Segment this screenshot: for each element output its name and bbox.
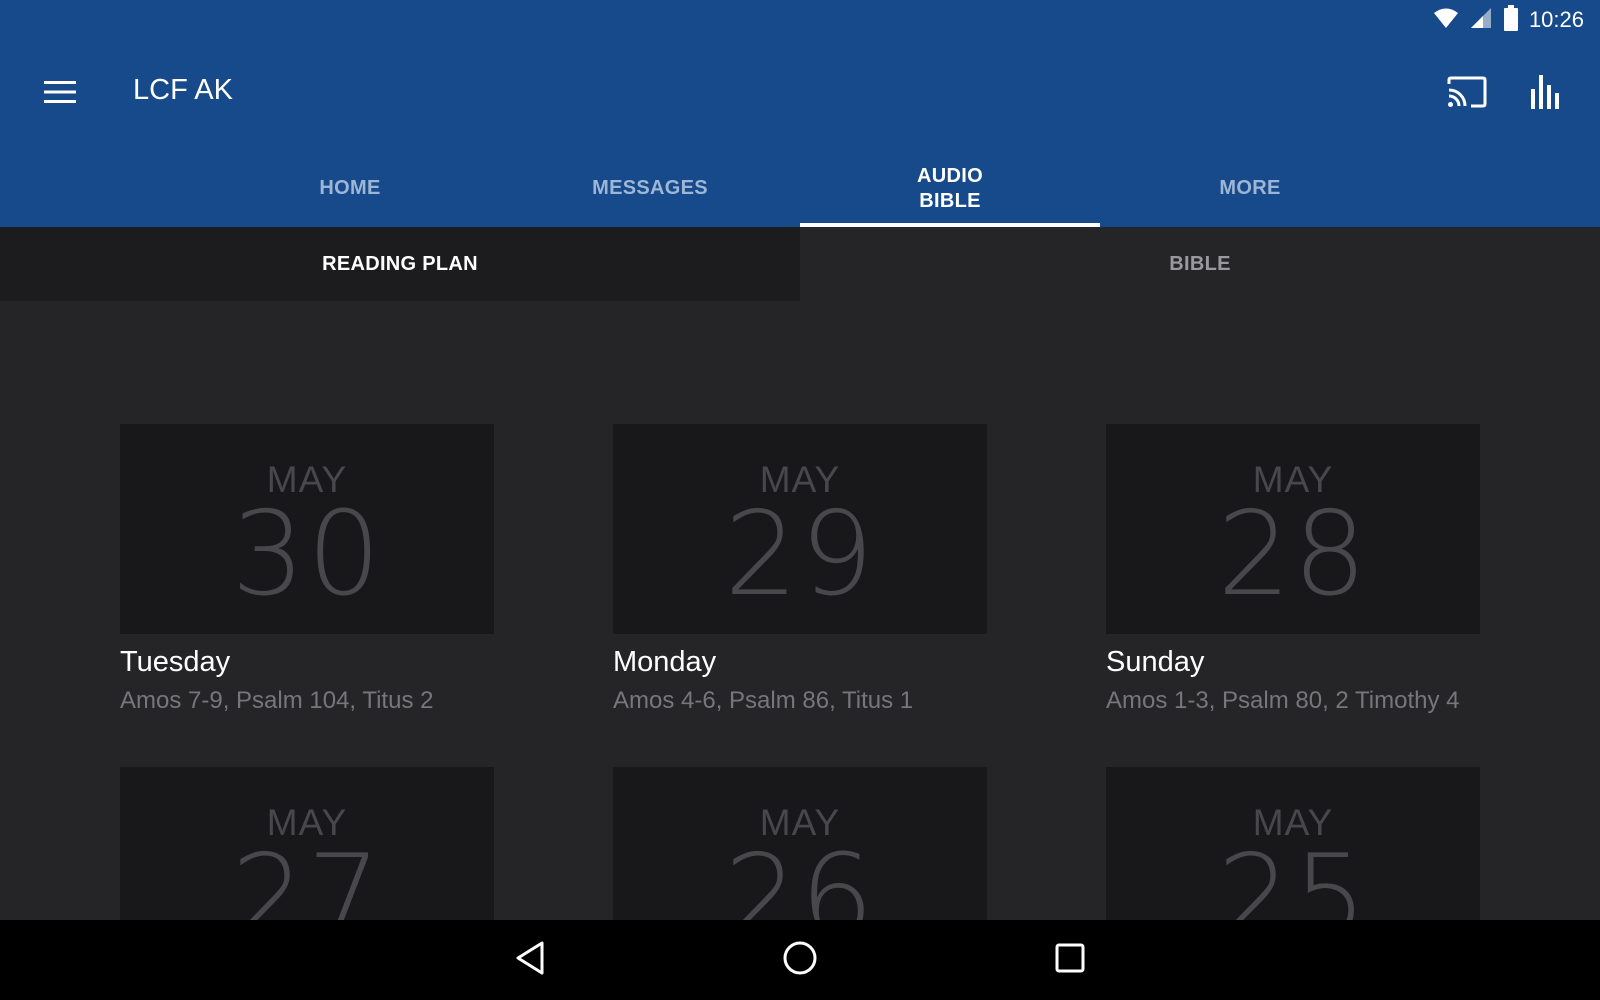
subtab-bible[interactable]: BIBLE xyxy=(800,227,1600,301)
menu-icon xyxy=(43,79,77,110)
date-tile: MAY 29 xyxy=(613,424,987,634)
date-tile: MAY 28 xyxy=(1106,424,1480,634)
reading-passages: Amos 7-9, Psalm 104, Titus 2 xyxy=(120,687,434,714)
home-icon xyxy=(782,940,818,981)
system-nav-bar xyxy=(0,920,1600,1000)
app-bar: 10:26 LCF AK HOME MESSAGES AUDIO BIBLE M… xyxy=(0,0,1600,227)
tab-home[interactable]: HOME xyxy=(200,150,500,227)
menu-button[interactable] xyxy=(36,72,84,116)
tab-more[interactable]: MORE xyxy=(1100,150,1400,227)
app-title: LCF AK xyxy=(133,74,233,106)
wifi-icon xyxy=(1433,7,1459,34)
toolbar: LCF AK xyxy=(0,56,1600,132)
cast-icon xyxy=(1447,76,1487,113)
date-tile: MAY 27 xyxy=(120,767,494,920)
equalizer-button[interactable] xyxy=(1522,70,1570,118)
main-tabs: HOME MESSAGES AUDIO BIBLE MORE xyxy=(200,150,1400,227)
recents-icon xyxy=(1054,942,1086,979)
cast-button[interactable] xyxy=(1443,70,1491,118)
reading-card[interactable]: MAY 26 xyxy=(613,767,987,920)
date-day: 26 xyxy=(724,830,876,921)
battery-icon xyxy=(1503,4,1519,36)
date-day: 25 xyxy=(1217,830,1369,921)
reading-card[interactable]: MAY 27 xyxy=(120,767,494,920)
cell-signal-icon xyxy=(1469,7,1493,34)
tab-messages[interactable]: MESSAGES xyxy=(500,150,800,227)
date-day: 27 xyxy=(231,830,383,921)
date-tile: MAY 25 xyxy=(1106,767,1480,920)
reading-weekday: Monday xyxy=(613,646,717,678)
reading-card[interactable]: MAY 30 Tuesday Amos 7-9, Psalm 104, Titu… xyxy=(120,424,494,715)
back-icon xyxy=(513,940,547,981)
tab-audio-bible-label: AUDIO BIBLE xyxy=(917,164,983,212)
reading-weekday: Sunday xyxy=(1106,646,1205,678)
date-day: 28 xyxy=(1217,487,1369,622)
reading-plan-grid: MAY 30 Tuesday Amos 7-9, Psalm 104, Titu… xyxy=(0,301,1600,920)
reading-card[interactable]: MAY 28 Sunday Amos 1-3, Psalm 80, 2 Timo… xyxy=(1106,424,1480,715)
clock: 10:26 xyxy=(1528,7,1584,32)
home-button[interactable] xyxy=(776,936,824,984)
subtab-reading-plan[interactable]: READING PLAN xyxy=(0,227,800,301)
reading-passages: Amos 4-6, Psalm 86, Titus 1 xyxy=(613,687,914,714)
reading-card[interactable]: MAY 25 xyxy=(1106,767,1480,920)
status-bar: 10:26 xyxy=(1433,0,1600,40)
date-tile: MAY 30 xyxy=(120,424,494,634)
sub-tabs: READING PLAN BIBLE xyxy=(0,227,1600,301)
reading-passages: Amos 1-3, Psalm 80, 2 Timothy 4 xyxy=(1106,687,1460,714)
equalizer-icon xyxy=(1530,74,1562,114)
reading-weekday: Tuesday xyxy=(120,646,231,678)
recents-button[interactable] xyxy=(1046,936,1094,984)
date-day: 29 xyxy=(724,487,876,622)
reading-card[interactable]: MAY 29 Monday Amos 4-6, Psalm 86, Titus … xyxy=(613,424,987,715)
tab-audio-bible[interactable]: AUDIO BIBLE xyxy=(800,150,1100,227)
date-day: 30 xyxy=(231,487,383,622)
date-tile: MAY 26 xyxy=(613,767,987,920)
back-button[interactable] xyxy=(506,936,554,984)
